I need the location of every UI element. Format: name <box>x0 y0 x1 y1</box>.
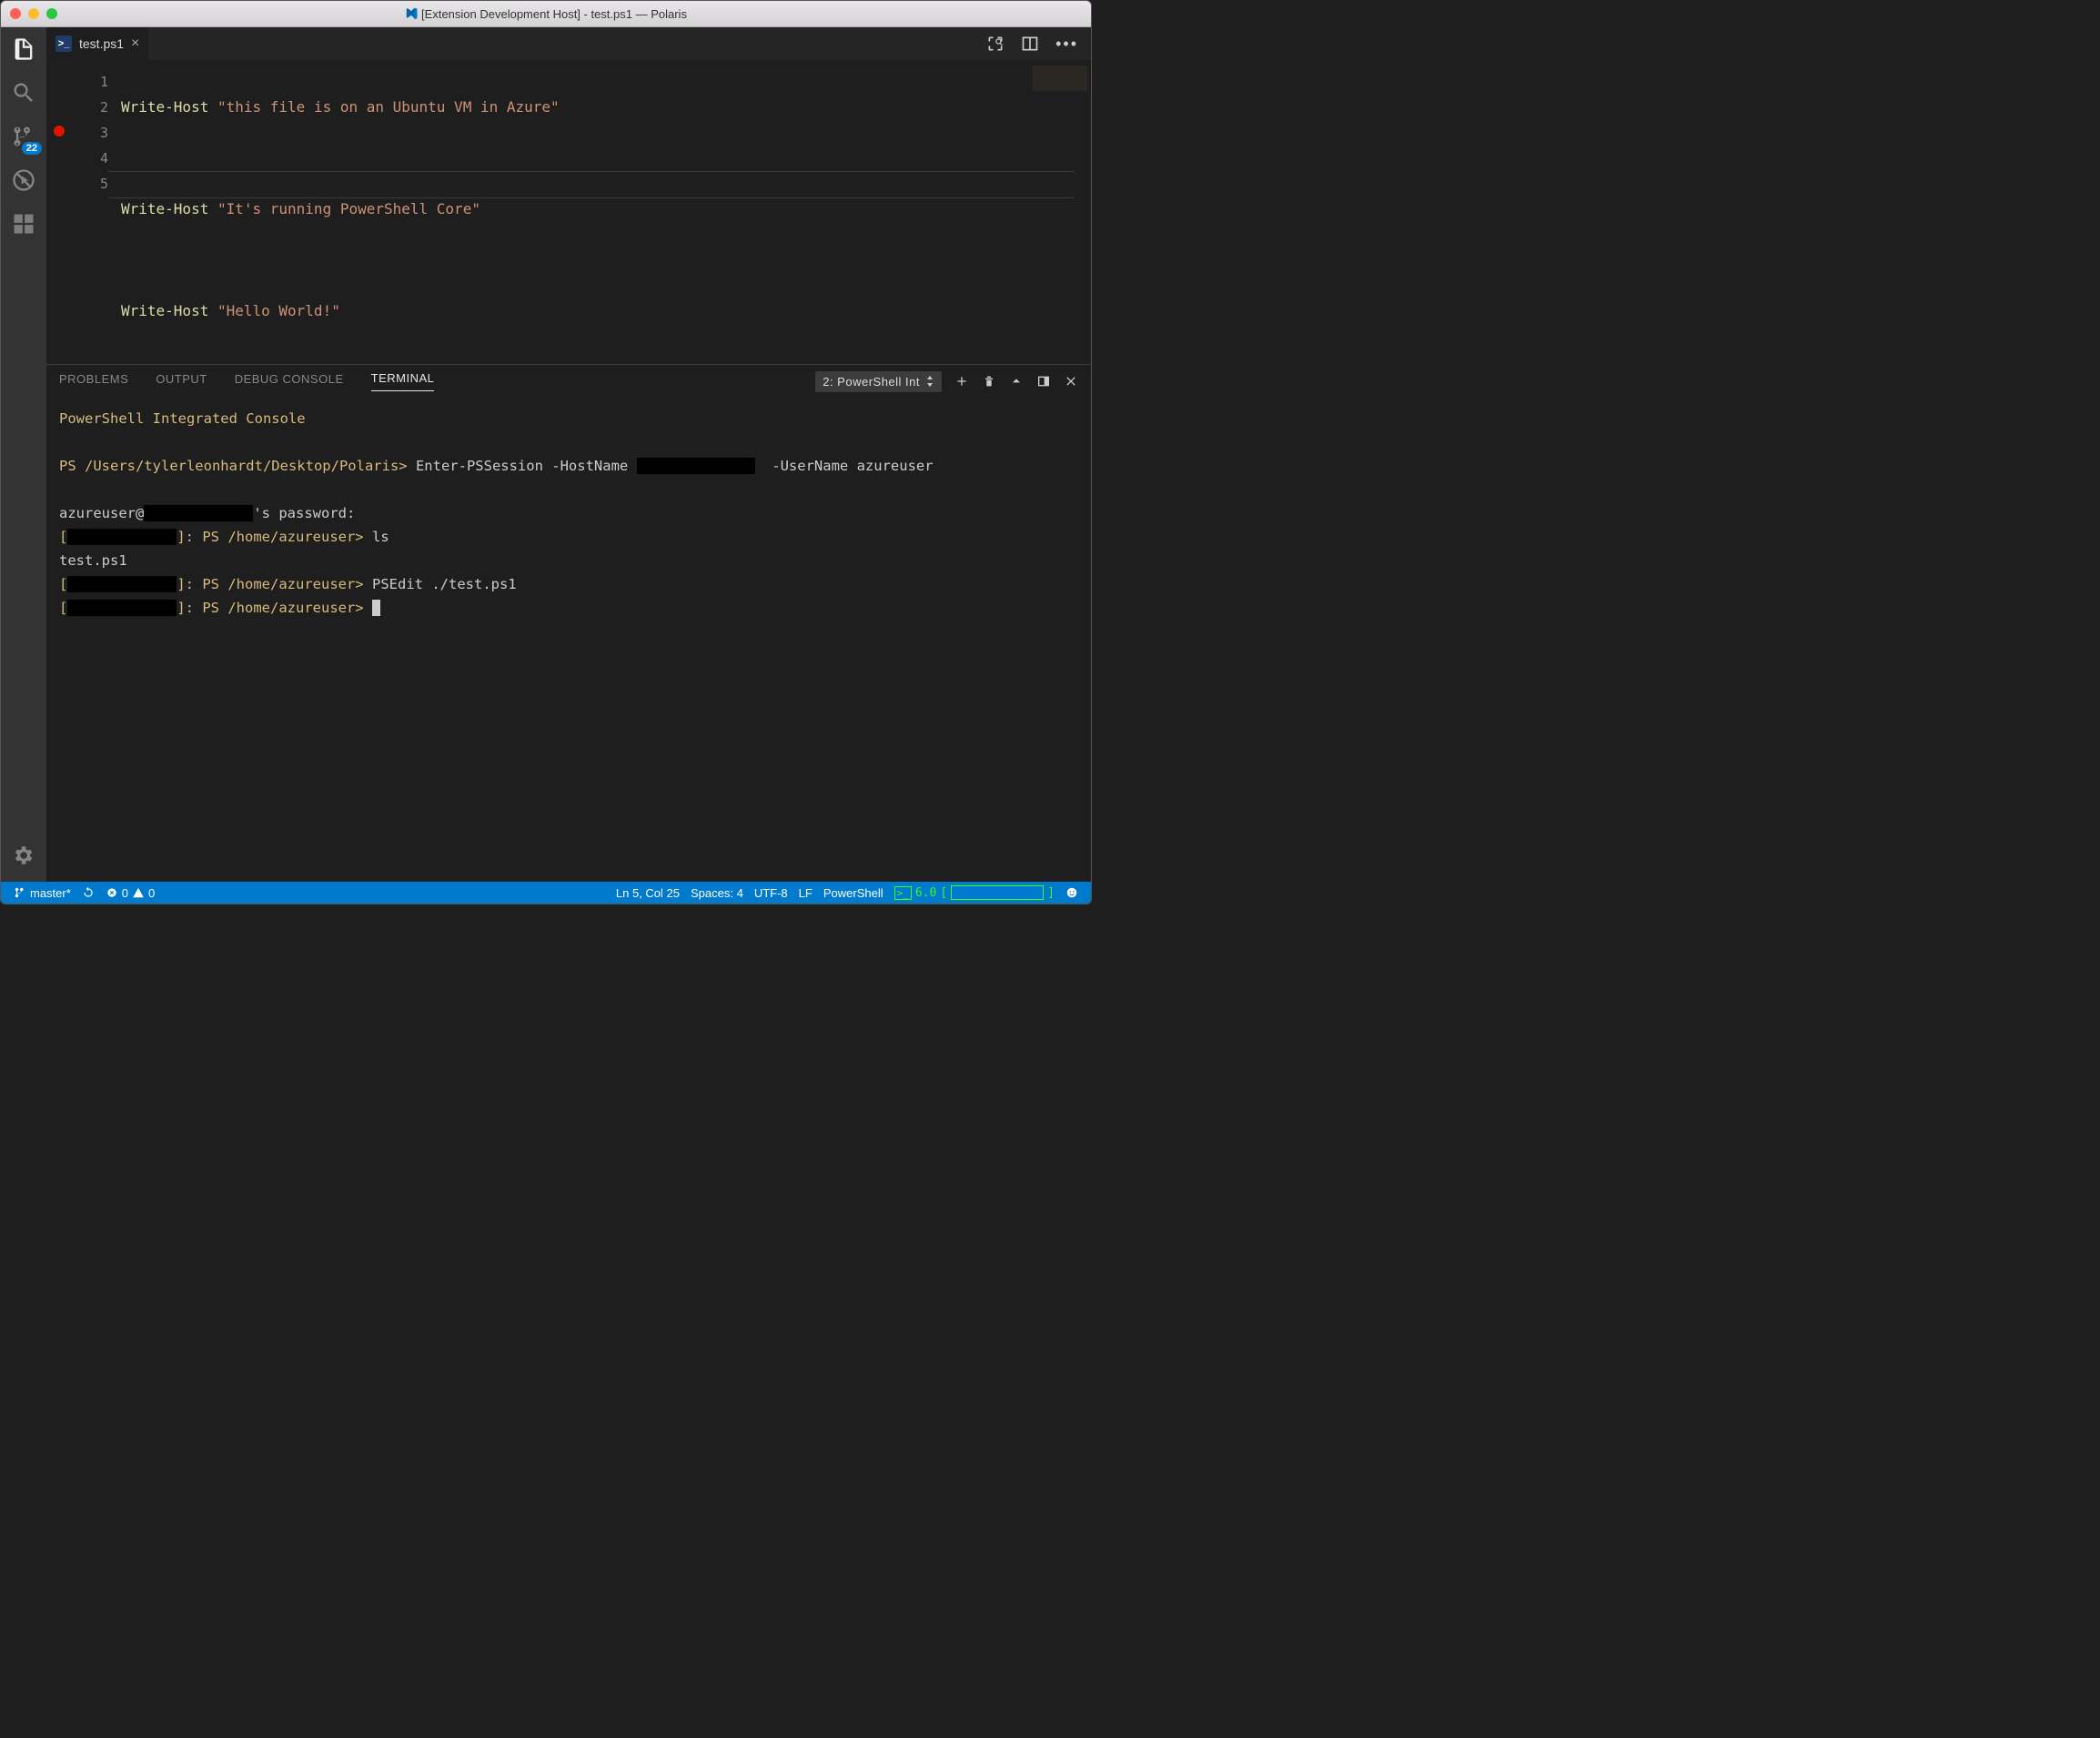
settings-gear-icon[interactable] <box>11 844 36 869</box>
debug-icon[interactable] <box>11 167 36 193</box>
redacted-hostname <box>637 458 755 474</box>
close-window-button[interactable] <box>10 8 21 19</box>
powershell-file-icon: >_ <box>56 35 72 52</box>
smiley-icon <box>1065 886 1078 899</box>
redacted-host <box>67 576 177 592</box>
split-editor-icon[interactable] <box>1021 35 1039 53</box>
redacted-version-detail <box>951 885 1044 900</box>
problems-status[interactable]: 0 0 <box>100 886 160 900</box>
cursor-position-status[interactable]: Ln 5, Col 25 <box>611 886 685 900</box>
titlebar: [Extension Development Host] - test.ps1 … <box>1 1 1091 27</box>
redacted-host <box>67 600 177 616</box>
select-arrows-icon <box>925 376 934 387</box>
breakpoint-icon[interactable] <box>54 126 65 136</box>
search-icon[interactable] <box>11 80 36 106</box>
terminal-line: azureuser@'s password: <box>59 501 1078 525</box>
source-control-icon[interactable]: 22 <box>11 124 36 149</box>
line-numbers: 1 2 3 4 5 <box>72 60 121 364</box>
powershell-version-status[interactable]: >_ 6.0 [] <box>889 885 1060 900</box>
move-panel-icon[interactable] <box>1036 374 1051 389</box>
zoom-window-button[interactable] <box>46 8 57 19</box>
minimize-window-button[interactable] <box>28 8 39 19</box>
terminal-line: []: PS /home/azureuser> ls <box>59 525 1078 549</box>
terminal-line: []: PS /home/azureuser> PSEdit ./test.ps… <box>59 572 1078 596</box>
terminal-line: test.ps1 <box>59 549 1078 572</box>
traffic-lights <box>10 8 57 19</box>
kill-terminal-icon[interactable] <box>982 374 996 389</box>
panel-tab-debug-console[interactable]: DEBUG CONSOLE <box>235 372 344 391</box>
panel-tab-problems[interactable]: PROBLEMS <box>59 372 128 391</box>
eol-status[interactable]: LF <box>793 886 818 900</box>
panel-tab-terminal[interactable]: TERMINAL <box>371 371 435 391</box>
sync-icon <box>82 886 95 899</box>
new-terminal-icon[interactable] <box>954 374 969 389</box>
close-tab-icon[interactable]: × <box>131 35 139 52</box>
error-icon <box>106 886 118 899</box>
close-panel-icon[interactable] <box>1064 374 1078 389</box>
sync-status[interactable] <box>76 886 100 899</box>
extensions-icon[interactable] <box>11 211 36 237</box>
status-bar: master* 0 0 Ln 5, Col 25 Spaces: 4 UTF-8… <box>1 882 1091 904</box>
minimap[interactable] <box>1033 66 1087 91</box>
indentation-status[interactable]: Spaces: 4 <box>685 886 749 900</box>
code-content[interactable]: Write-Host "this file is on an Ubuntu VM… <box>121 60 1091 364</box>
git-branch-status[interactable]: master* <box>8 886 76 900</box>
explorer-icon[interactable] <box>11 36 36 62</box>
bottom-panel: PROBLEMS OUTPUT DEBUG CONSOLE TERMINAL 2… <box>46 364 1091 882</box>
vscode-icon <box>405 7 418 20</box>
feedback-status[interactable] <box>1060 886 1084 899</box>
terminal-selector[interactable]: 2: PowerShell Int <box>815 371 942 392</box>
tab-test-ps1[interactable]: >_ test.ps1 × <box>46 27 148 60</box>
redacted-host <box>67 529 177 545</box>
current-line-highlight <box>108 171 1075 198</box>
terminal-content[interactable]: PowerShell Integrated Console PS /Users/… <box>46 398 1091 882</box>
code-editor[interactable]: 1 2 3 4 5 Write-Host "this file is on an… <box>46 60 1091 364</box>
compare-changes-icon[interactable] <box>986 35 1005 53</box>
vscode-window: [Extension Development Host] - test.ps1 … <box>0 0 1092 904</box>
terminal-line: []: PS /home/azureuser> <box>59 596 1078 620</box>
warning-icon <box>132 886 145 899</box>
breakpoint-gutter[interactable] <box>46 60 72 364</box>
panel-tab-output[interactable]: OUTPUT <box>156 372 207 391</box>
language-mode-status[interactable]: PowerShell <box>818 886 889 900</box>
terminal-banner: PowerShell Integrated Console <box>59 407 1078 430</box>
editor-group: >_ test.ps1 × ••• 1 <box>46 27 1091 882</box>
window-title: [Extension Development Host] - test.ps1 … <box>1 7 1091 21</box>
terminal-line: PS /Users/tylerleonhardt/Desktop/Polaris… <box>59 454 1078 478</box>
redacted-host <box>144 505 253 521</box>
tab-bar: >_ test.ps1 × ••• <box>46 27 1091 60</box>
activity-bar: 22 <box>1 27 46 882</box>
git-branch-icon <box>14 886 26 899</box>
encoding-status[interactable]: UTF-8 <box>749 886 793 900</box>
panel-tabs: PROBLEMS OUTPUT DEBUG CONSOLE TERMINAL 2… <box>46 365 1091 398</box>
more-actions-icon[interactable]: ••• <box>1055 35 1078 54</box>
powershell-prompt-icon: >_ <box>894 886 912 900</box>
maximize-panel-icon[interactable] <box>1009 374 1024 389</box>
terminal-cursor <box>372 600 380 616</box>
tab-label: test.ps1 <box>79 36 124 51</box>
scm-badge: 22 <box>22 142 42 155</box>
